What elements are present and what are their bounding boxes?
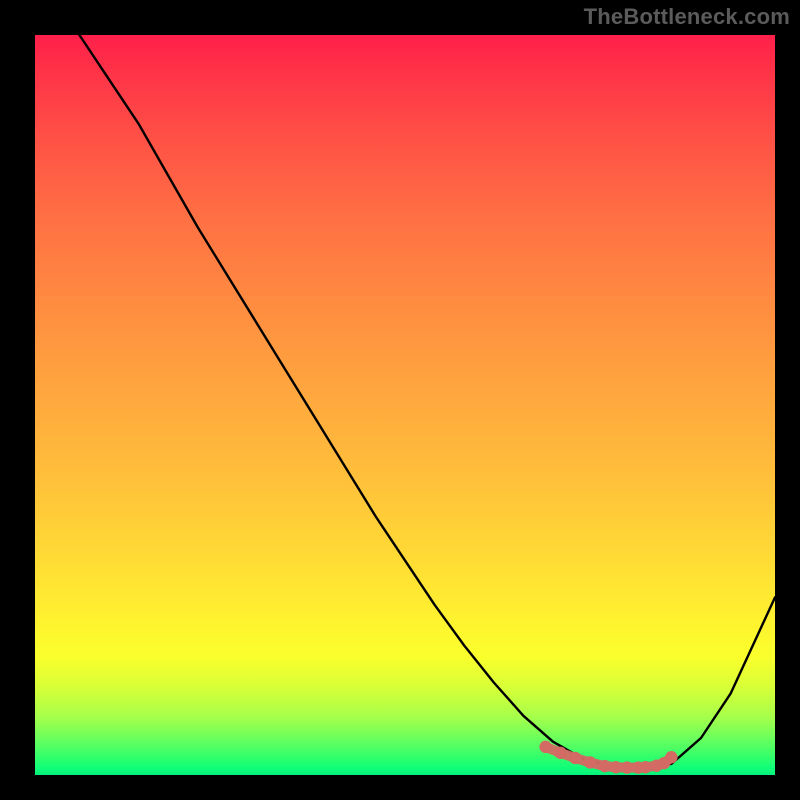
chart-frame: TheBottleneck.com xyxy=(0,0,800,800)
curve-layer xyxy=(35,35,775,775)
plot-area xyxy=(35,35,775,775)
bottleneck-curve xyxy=(79,35,775,768)
watermark-text: TheBottleneck.com xyxy=(584,4,790,30)
plot-inner xyxy=(35,35,775,775)
